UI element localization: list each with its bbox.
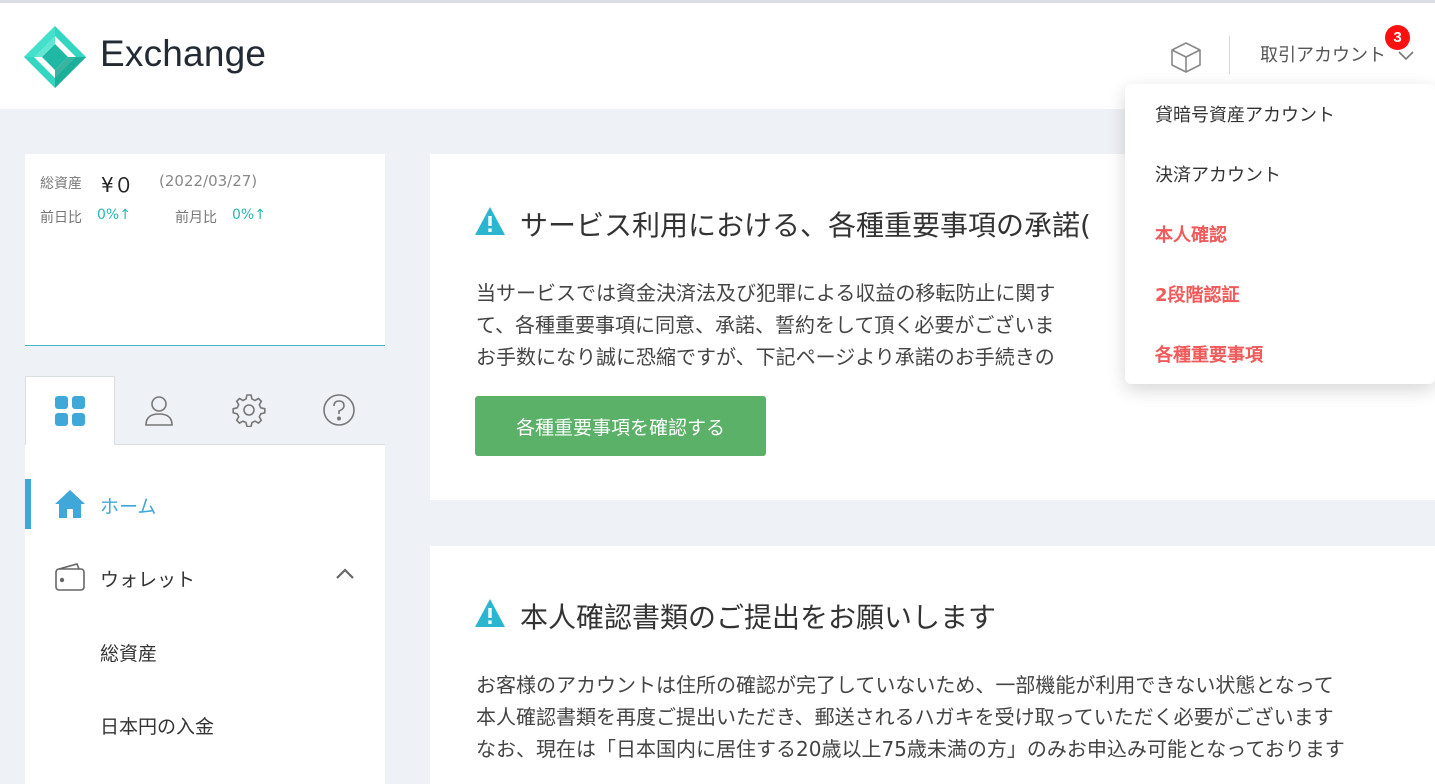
prev-month-label: 前月比: [175, 210, 217, 226]
warning-icon: [475, 599, 505, 627]
card-text-line: て、各種重要事項に同意、承諾、誓約をして頂く必要がございま: [476, 313, 1055, 337]
card-text-line: なお、現在は「日本国内に居住する20歳以上75歳未満の方」のみお申込み可能となっ…: [476, 737, 1345, 761]
tab-help[interactable]: [295, 376, 385, 445]
sidebar-item-wallet[interactable]: ウォレット: [25, 552, 385, 602]
brand-name[interactable]: Exchange: [100, 33, 266, 75]
prev-day-label: 前日比: [40, 210, 82, 226]
identity-verification-card: 本人確認書類のご提出をお願いします お客様のアカウントは住所の確認が完了していな…: [430, 546, 1435, 784]
active-indicator: [25, 479, 31, 529]
account-dropdown: 貸暗号資産アカウント 決済アカウント 本人確認 2段階認証 各種重要事項: [1125, 84, 1435, 384]
user-icon: [145, 396, 173, 426]
chevron-up-icon: [336, 568, 354, 579]
total-assets-value: ¥０: [101, 173, 134, 197]
prev-day-value: 0%↑: [97, 207, 131, 223]
chevron-down-icon: [1398, 51, 1414, 61]
sidebar-item-label: 日本円の入金: [100, 716, 215, 738]
card-text-line: 当サービスでは資金決済法及び犯罪による収益の移転防止に関す: [476, 281, 1056, 305]
tab-dashboard[interactable]: [25, 376, 115, 446]
card-text-line: 本人確認書類を再度ご提出いただき、郵送されるハガキを受け取っていただく必要がござ…: [476, 705, 1334, 729]
dropdown-item-settlement-account[interactable]: 決済アカウント: [1155, 161, 1281, 187]
dashboard-grid-icon: [55, 396, 85, 426]
dropdown-item-important-matters[interactable]: 各種重要事項: [1155, 341, 1263, 367]
sidebar-tabs: [25, 376, 385, 446]
card-title: 本人確認書類のご提出をお願いします: [520, 601, 997, 634]
card-text-line: お客様のアカウントは住所の確認が完了していないため、一部機能が利用できない状態と…: [476, 673, 1334, 697]
sidebar-item-label: ウォレット: [100, 569, 196, 591]
card-title: サービス利用における、各種重要事項の承諾(: [520, 209, 1091, 242]
wallet-icon: [55, 563, 85, 591]
summary-date: (2022/03/27): [159, 172, 258, 190]
help-icon: [323, 394, 355, 426]
gear-icon: [232, 394, 266, 427]
sidebar-nav: ホーム ウォレット 総資産 日本円の入金: [25, 445, 385, 784]
tab-user[interactable]: [115, 376, 205, 445]
prev-month-value: 0%↑: [232, 207, 266, 223]
tab-settings[interactable]: [205, 376, 295, 445]
sidebar-item-label: 総資産: [100, 643, 158, 665]
notification-badge: 3: [1385, 25, 1410, 50]
home-icon: [55, 490, 85, 518]
sidebar-subitem-total-assets[interactable]: 総資産: [25, 626, 385, 676]
card-text-line: お手数になり誠に恐縮ですが、下記ページより承諾のお手続きの: [476, 345, 1055, 369]
cube-icon[interactable]: [1168, 39, 1204, 75]
sidebar-subitem-jpy-deposit[interactable]: 日本円の入金: [25, 699, 385, 749]
total-assets-label: 総資産: [40, 176, 82, 192]
sidebar-item-home[interactable]: ホーム: [25, 479, 385, 529]
confirm-important-matters-button[interactable]: 各種重要事項を確認する: [475, 396, 766, 456]
asset-summary: 総資産 ¥０ (2022/03/27) 前日比 0%↑ 前月比 0%↑: [25, 154, 385, 346]
exchange-logo-icon[interactable]: [24, 26, 86, 88]
header-divider: [1229, 36, 1230, 74]
dropdown-item-two-factor-auth[interactable]: 2段階認証: [1155, 281, 1240, 307]
warning-icon: [475, 207, 505, 235]
dropdown-item-identity-verification[interactable]: 本人確認: [1155, 221, 1227, 247]
trading-account-label: 取引アカウント: [1260, 45, 1386, 66]
sidebar-item-label: ホーム: [100, 496, 157, 518]
dropdown-item-lending-account[interactable]: 貸暗号資産アカウント: [1155, 101, 1335, 127]
